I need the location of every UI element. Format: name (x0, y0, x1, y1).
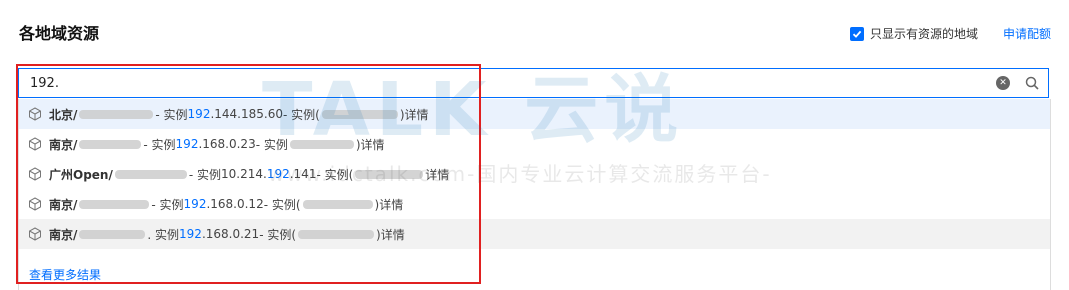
redacted-instance-name (79, 109, 154, 119)
result-separator: - 实例 (143, 137, 176, 152)
cube-icon (27, 166, 43, 182)
resource-filter[interactable]: 只显示有资源的地域 (850, 25, 978, 42)
redacted-instance-name (79, 229, 146, 239)
result-ip-suffix: .144.185.60 (210, 107, 283, 121)
check-icon (852, 30, 862, 38)
search-result-item[interactable]: 南京/ . 实例 192 .168.0.21 - 实例( )详情 (19, 219, 1050, 249)
search-box: ✕ (18, 68, 1049, 98)
result-detail: )详情 (376, 227, 405, 242)
result-detail: )详情 (355, 137, 385, 152)
result-separator-2: - 实例 (255, 137, 288, 152)
result-separator: . 实例 (147, 227, 180, 242)
apply-quota-link[interactable]: 申请配额 (1003, 25, 1051, 42)
search-results-dropdown: 北京/ - 实例 192 .144.185.60 - 实例( )详情 南京/ -… (18, 99, 1051, 290)
redacted-instance-name (79, 199, 150, 209)
page-title: 各地域资源 (19, 24, 100, 43)
cube-icon (27, 106, 43, 122)
result-ip-suffix: .168.0.23 (198, 137, 256, 151)
search-result-item[interactable]: 南京/ - 实例 192 .168.0.12 - 实例( )详情 (19, 189, 1050, 219)
result-ip-match: 192 (179, 227, 202, 241)
result-ip-match: 192 (183, 197, 207, 211)
cube-icon (27, 226, 43, 242)
redacted-instance-name (114, 169, 187, 179)
result-ip-suffix: .168.0.21 (201, 227, 260, 241)
result-region: 北京/ (49, 107, 78, 122)
result-ip-match: 192 (266, 167, 290, 181)
cube-icon (27, 136, 43, 152)
close-circle-icon[interactable]: ✕ (996, 76, 1010, 90)
redacted-instance-id (321, 109, 398, 119)
result-ip-suffix: .168.0.12 (206, 197, 264, 211)
result-region: 南京/ (49, 227, 78, 242)
result-region: 广州Open/ (49, 167, 113, 182)
filter-label: 只显示有资源的地域 (870, 27, 979, 41)
result-separator-2: - 实例( (263, 197, 301, 212)
result-separator-2: - 实例( (259, 227, 297, 242)
redacted-instance-name (79, 139, 142, 149)
result-region: 南京/ (49, 197, 78, 212)
cube-icon (27, 196, 43, 212)
result-ip-prefix: 10.214. (221, 167, 267, 181)
search-input[interactable] (19, 70, 996, 96)
result-separator: - 实例 (151, 197, 184, 212)
result-detail: 详情 (425, 167, 450, 182)
filter-checkbox[interactable] (850, 26, 864, 41)
redacted-instance-id (355, 169, 424, 179)
result-ip-match: 192 (187, 107, 211, 121)
result-separator: - 实例 (188, 167, 222, 182)
result-detail: )详情 (399, 107, 429, 122)
search-result-item[interactable]: 南京/ - 实例 192 .168.0.23 - 实例 )详情 (19, 129, 1050, 159)
result-detail: )详情 (374, 197, 404, 212)
search-result-item[interactable]: 广州Open/ - 实例 10.214. 192 .141 - 实例( 详情 (19, 159, 1050, 189)
search-icon[interactable] (1024, 75, 1040, 91)
redacted-instance-id (302, 199, 373, 209)
result-separator-2: - 实例( (316, 167, 354, 182)
view-more-results-link[interactable]: 查看更多结果 (29, 266, 101, 283)
redacted-instance-id (289, 139, 354, 149)
search-result-item[interactable]: 北京/ - 实例 192 .144.185.60 - 实例( )详情 (19, 99, 1050, 129)
result-region: 南京/ (49, 137, 78, 152)
redacted-instance-id (298, 229, 375, 239)
result-separator-2: - 实例( (282, 107, 320, 122)
result-ip-suffix: .141 (289, 167, 317, 181)
result-ip-match: 192 (175, 137, 199, 151)
result-separator: - 实例 (155, 107, 188, 122)
